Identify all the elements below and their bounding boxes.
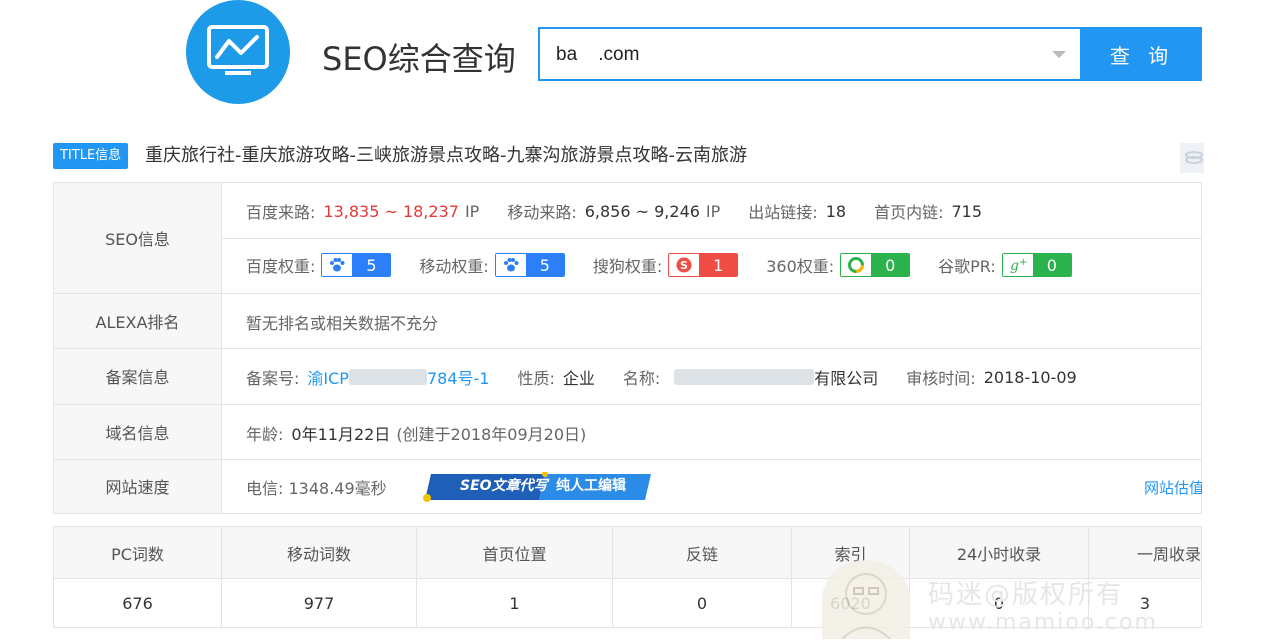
360-weight-badge[interactable]: 0 (840, 253, 911, 277)
info-table: SEO信息 ALEXA排名 备案信息 域名信息 网站速度 百度来路: 13,83… (53, 182, 1202, 514)
redacted-block (674, 369, 815, 385)
sogou-icon: S (669, 254, 700, 276)
domain-label: 域名信息 (54, 404, 222, 459)
mobile-weight-label: 移动权重: (419, 257, 489, 276)
alexa-label: ALEXA排名 (54, 293, 222, 348)
site-title-text: 重庆旅行社-重庆旅游攻略-三峡旅游景点攻略-九寨沟旅游景点攻略-云南旅游 (145, 145, 747, 166)
mobile-traffic-value[interactable]: 6,856 ~ 9,246 (585, 202, 700, 221)
24h-indexed-header: 24小时收录 (910, 527, 1089, 578)
mobile-words-header: 移动词数 (222, 527, 417, 578)
icp-number-label: 备案号: (246, 369, 300, 388)
alexa-row: 暂无排名或相关数据不充分 (246, 310, 438, 334)
360-weight-label: 360权重: (766, 257, 835, 276)
search-button[interactable]: 查 询 (1082, 27, 1202, 81)
backlinks-header: 反链 (613, 527, 792, 578)
icp-number-suffix[interactable]: 784号-1 (427, 365, 490, 389)
alexa-text: 暂无排名或相关数据不充分 (246, 314, 439, 333)
page-title: SEO综合查询 (322, 40, 516, 78)
pc-words-header: PC词数 (54, 527, 222, 578)
baidu-weight-value: 5 (352, 254, 391, 276)
inner-links-value[interactable]: 715 (951, 202, 982, 221)
svg-text:+: + (1019, 257, 1027, 268)
divider (54, 348, 1201, 349)
seo-info-label: SEO信息 (54, 183, 222, 293)
domain-row: 年龄: 0年11月22日 (创建于2018年09月20日) (246, 421, 586, 445)
mobile-words-value[interactable]: 977 (222, 578, 417, 628)
week-indexed-header: 一周收录 (1089, 527, 1201, 578)
home-position-value: 1 (417, 578, 613, 628)
promo-right-text[interactable]: 纯人工编辑 (556, 475, 626, 495)
redacted-block (348, 369, 427, 385)
divider (54, 404, 1201, 405)
watermark-url: www.mamioo.com (928, 610, 1158, 635)
seo-weights-row: 百度权重: 5 移动权重: 5 搜狗权重: S 1 360权重: 0 谷歌PR:… (246, 253, 1072, 277)
pc-words-value[interactable]: 676 (54, 578, 222, 628)
site-estimate-link[interactable]: 网站估值 (1144, 477, 1202, 498)
sogou-weight-badge[interactable]: S 1 (668, 253, 739, 277)
title-info-badge: TITLE信息 (53, 143, 129, 169)
audit-time-label: 审核时间: (906, 369, 976, 388)
watermark-avatar-icon (822, 560, 910, 640)
sogou-weight-label: 搜狗权重: (592, 257, 663, 276)
domain-age-label: 年龄: (246, 425, 284, 444)
seo-traffic-row: 百度来路: 13,835 ~ 18,237 IP 移动来路: 6,856 ~ 9… (246, 199, 982, 223)
domain-created: (创建于2018年09月20日) (396, 425, 587, 444)
google-pr-label: 谷歌PR: (938, 257, 996, 276)
divider (54, 293, 1201, 294)
baidu-traffic-value[interactable]: 13,835 ~ 18,237 (323, 202, 459, 221)
baidu-weight-label: 百度权重: (246, 257, 316, 276)
seo-logo-icon (186, 0, 290, 104)
audit-time-value: 2018-10-09 (983, 367, 1077, 387)
company-name-suffix: 有限公司 (814, 369, 879, 388)
copy-icon[interactable] (1180, 143, 1204, 173)
ip-unit: IP (464, 201, 480, 221)
baidu-weight-badge[interactable]: 5 (321, 253, 392, 277)
search-input[interactable] (554, 41, 1038, 69)
icp-number-prefix[interactable]: 渝ICP (307, 365, 349, 389)
company-name-label: 名称: (622, 369, 661, 388)
nature-value: 企业 (562, 369, 595, 388)
watermark-text: 码迷@版权所有 (928, 580, 1125, 610)
outbound-links-label: 出站链接: (748, 203, 818, 222)
outbound-links-value[interactable]: 18 (826, 202, 846, 221)
home-position-header: 首页位置 (417, 527, 613, 578)
nature-label: 性质: (517, 369, 555, 388)
promo-left-text[interactable]: SEO文章代写 (460, 475, 548, 495)
paw-icon (322, 254, 353, 276)
icp-row: 备案号: 渝ICP 784号-1 性质: 企业 名称: 有限公司 审核时间: 2… (246, 365, 1077, 389)
icp-label: 备案信息 (54, 348, 222, 404)
mobile-weight-value: 5 (525, 254, 564, 276)
divider (54, 459, 1201, 460)
baidu-traffic-label: 百度来路: (246, 203, 316, 222)
dropdown-arrow-icon[interactable] (1052, 51, 1066, 58)
divider (222, 238, 1201, 239)
domain-age-value: 0年11月22日 (291, 425, 391, 444)
svg-text:S: S (680, 259, 688, 272)
speed-label: 网站速度 (54, 459, 222, 513)
paw-icon (495, 254, 526, 276)
google-plus-icon: g + (1002, 254, 1033, 276)
mobile-weight-badge[interactable]: 5 (494, 253, 565, 277)
ip-unit: IP (705, 201, 721, 221)
search-field[interactable] (538, 27, 1082, 81)
telecom-speed: 电信: 1348.49毫秒 (246, 479, 387, 498)
sogou-weight-value: 1 (699, 254, 738, 276)
360-icon (841, 254, 872, 276)
mobile-traffic-label: 移动来路: (507, 203, 577, 222)
google-pr-value: 0 (1032, 254, 1071, 276)
svg-text:g: g (1010, 258, 1019, 274)
backlinks-value[interactable]: 0 (613, 578, 792, 628)
inner-links-label: 首页内链: (874, 203, 944, 222)
google-pr-badge[interactable]: g + 0 (1001, 253, 1072, 277)
360-weight-value: 0 (871, 254, 910, 276)
